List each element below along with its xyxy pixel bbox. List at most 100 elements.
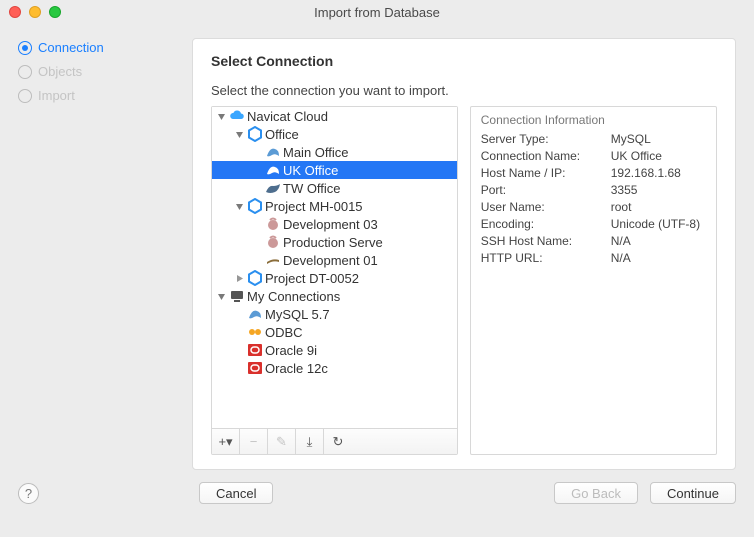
tree-item[interactable]: Project DT-0052: [212, 269, 457, 287]
info-row: Host Name / IP:192.168.1.68: [481, 166, 706, 180]
info-row: Encoding:Unicode (UTF-8): [481, 217, 706, 231]
add-button[interactable]: +▾: [212, 429, 240, 454]
radio-icon: [18, 41, 32, 55]
tree-item-label: Development 01: [283, 253, 378, 268]
info-row: Port:3355: [481, 183, 706, 197]
chevron-down-icon[interactable]: [234, 201, 245, 212]
info-label: HTTP URL:: [481, 251, 611, 265]
info-label: Server Type:: [481, 132, 611, 146]
tree-item-label: Navicat Cloud: [247, 109, 328, 124]
tree-item[interactable]: TW Office: [212, 179, 457, 197]
tree-item[interactable]: Main Office: [212, 143, 457, 161]
tree-item-label: Oracle 12c: [265, 361, 328, 376]
continue-button[interactable]: Continue: [650, 482, 736, 504]
sqlite-icon: [265, 252, 281, 268]
tree-item[interactable]: Office: [212, 125, 457, 143]
computer-icon: [229, 288, 245, 304]
tree-item-label: My Connections: [247, 289, 340, 304]
panel-heading: Select Connection: [211, 53, 717, 69]
info-row: User Name:root: [481, 200, 706, 214]
tree-item[interactable]: Production Serve: [212, 233, 457, 251]
step-label: Connection: [38, 40, 104, 55]
window-title: Import from Database: [0, 5, 754, 20]
info-row: SSH Host Name:N/A: [481, 234, 706, 248]
add-icon: +▾: [218, 434, 232, 450]
info-value: UK Office: [611, 149, 662, 163]
remove-icon: −: [250, 434, 258, 449]
spacer: [252, 219, 263, 230]
remove-button: −: [240, 429, 268, 454]
info-label: SSH Host Name:: [481, 234, 611, 248]
import-button[interactable]: ⤓: [296, 429, 324, 454]
wizard-step-objects: Objects: [18, 64, 178, 79]
step-label: Objects: [38, 64, 82, 79]
info-label: Connection Name:: [481, 149, 611, 163]
mysql-dolphin-icon: [265, 144, 281, 160]
spacer: [252, 147, 263, 158]
reload-icon: ↻: [333, 434, 344, 450]
info-row: HTTP URL:N/A: [481, 251, 706, 265]
tree-item-label: TW Office: [283, 181, 341, 196]
tree-item[interactable]: MySQL 5.7: [212, 305, 457, 323]
tree-item[interactable]: ODBC: [212, 323, 457, 341]
tree-item[interactable]: Development 01: [212, 251, 457, 269]
radio-icon: [18, 65, 32, 79]
chevron-right-icon[interactable]: [234, 273, 245, 284]
main-panel: Select Connection Select the connection …: [192, 38, 736, 470]
help-button[interactable]: ?: [18, 483, 39, 504]
info-row: Server Type:MySQL: [481, 132, 706, 146]
postgres-icon: [265, 216, 281, 232]
titlebar: Import from Database: [0, 0, 754, 24]
wizard-step-connection: Connection: [18, 40, 178, 55]
tree-item[interactable]: My Connections: [212, 287, 457, 305]
spacer: [234, 327, 245, 338]
info-row: Connection Name:UK Office: [481, 149, 706, 163]
spacer: [252, 183, 263, 194]
info-value: 3355: [611, 183, 638, 197]
chevron-down-icon[interactable]: [234, 129, 245, 140]
connection-tree[interactable]: Navicat CloudOffice Main Office UK Office T…: [212, 107, 457, 428]
info-title: Connection Information: [481, 113, 706, 127]
spacer: [252, 165, 263, 176]
tree-item-label: UK Office: [283, 163, 338, 178]
tree-item[interactable]: Development 03: [212, 215, 457, 233]
cloud-icon: [229, 108, 245, 124]
tree-item[interactable]: Navicat Cloud: [212, 107, 457, 125]
tree-item[interactable]: UK Office: [212, 161, 457, 179]
radio-icon: [18, 89, 32, 103]
tree-item-label: Development 03: [283, 217, 378, 232]
panel-subhead: Select the connection you want to import…: [211, 83, 717, 98]
info-label: User Name:: [481, 200, 611, 214]
tree-item[interactable]: Oracle 12c: [212, 359, 457, 377]
wizard-step-import: Import: [18, 88, 178, 103]
info-label: Host Name / IP:: [481, 166, 611, 180]
oracle-icon: [247, 360, 263, 376]
connection-info-panel: Connection Information Server Type:MySQL…: [470, 106, 717, 455]
info-label: Encoding:: [481, 217, 611, 231]
info-value: 192.168.1.68: [611, 166, 681, 180]
chevron-down-icon[interactable]: [216, 111, 227, 122]
tree-item[interactable]: Project MH-0015: [212, 197, 457, 215]
info-value: N/A: [611, 251, 631, 265]
tree-item-label: Project MH-0015: [265, 199, 363, 214]
tree-toolbar: +▾−✎⤓↻: [212, 428, 457, 454]
info-value: MySQL: [611, 132, 651, 146]
mariadb-icon: [265, 180, 281, 196]
info-value: N/A: [611, 234, 631, 248]
connection-tree-container: Navicat CloudOffice Main Office UK Office T…: [211, 106, 458, 455]
mysql-dolphin-icon: [247, 306, 263, 322]
info-value: root: [611, 200, 632, 214]
chevron-down-icon[interactable]: [216, 291, 227, 302]
hexagon-blue-icon: [247, 126, 263, 142]
cancel-button[interactable]: Cancel: [199, 482, 273, 504]
tree-item-label: Main Office: [283, 145, 349, 160]
reload-button[interactable]: ↻: [324, 429, 352, 454]
step-label: Import: [38, 88, 75, 103]
tree-item-label: Production Serve: [283, 235, 383, 250]
tree-item[interactable]: Oracle 9i: [212, 341, 457, 359]
tree-item-label: Project DT-0052: [265, 271, 359, 286]
wizard-steps: Connection Objects Import: [18, 38, 178, 470]
tree-item-label: MySQL 5.7: [265, 307, 330, 322]
tree-item-label: Oracle 9i: [265, 343, 317, 358]
spacer: [252, 255, 263, 266]
